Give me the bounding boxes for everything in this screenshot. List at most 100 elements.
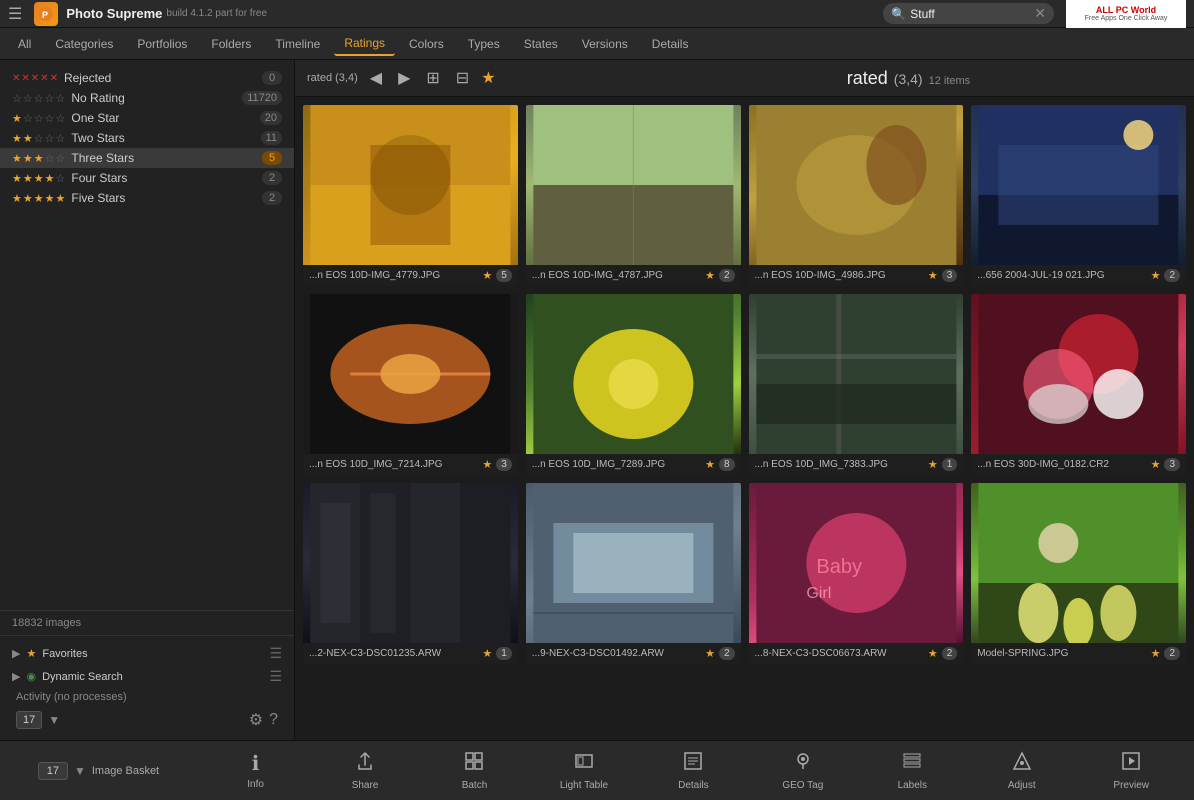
main-area: ✕ ✕ ✕ ✕ ✕ Rejected 0 ☆ ☆ ☆ ☆ ☆ No Rati xyxy=(0,60,1194,740)
hamburger-icon[interactable]: ☰ xyxy=(8,4,22,24)
photo-rating-8: 1 xyxy=(496,647,512,660)
rating-rejected[interactable]: ✕ ✕ ✕ ✕ ✕ Rejected 0 xyxy=(0,68,294,88)
info-btn[interactable]: ℹ Info xyxy=(231,751,281,790)
photo-rating-3: 2 xyxy=(1164,269,1180,282)
svg-text:P: P xyxy=(42,10,48,20)
dynamic-search-folder[interactable]: ▶ ◉ Dynamic Search ☰ xyxy=(8,665,286,688)
rated-count: (3,4) xyxy=(894,71,923,87)
photo-footer-4: ...n EOS 10D_IMG_7214.JPG ★ 3 xyxy=(303,454,518,475)
tab-categories[interactable]: Categories xyxy=(45,33,123,55)
app-logo: P xyxy=(34,2,58,26)
photo-cell-9[interactable]: ...9-NEX-C3-DSC01492.ARW ★ 2 xyxy=(526,483,741,664)
rating-two-stars[interactable]: ★ ★ ☆ ☆ ☆ Two Stars 11 xyxy=(0,128,294,148)
tab-states[interactable]: States xyxy=(514,33,568,55)
folder-menu-icon[interactable]: ☰ xyxy=(269,668,282,685)
photo-star-3: ★ xyxy=(1151,269,1161,282)
geo-tag-btn[interactable]: GEO Tag xyxy=(778,751,828,791)
sidebar-progress: 17 ▼ ⚙ ? xyxy=(8,706,286,734)
play-icon: ▶ xyxy=(12,647,20,660)
stack-btn[interactable]: ⊟ xyxy=(452,66,473,90)
activity-label: Activity (no processes) xyxy=(8,688,286,706)
rating-one-star[interactable]: ★ ☆ ☆ ☆ ☆ One Star 20 xyxy=(0,108,294,128)
settings-icon[interactable]: ⚙ xyxy=(249,710,263,730)
photo-cell-0[interactable]: ...n EOS 10D-IMG_4779.JPG ★ 5 xyxy=(303,105,518,286)
search-clear-icon[interactable]: ✕ xyxy=(1034,5,1046,22)
photo-rating-2: 3 xyxy=(942,269,958,282)
rated-header: rated (3,4) 12 items xyxy=(847,68,1182,89)
photo-cell-6[interactable]: ...n EOS 10D_IMG_7383.JPG ★ 1 xyxy=(749,294,964,475)
photo-cell-2[interactable]: ...n EOS 10D-IMG_4986.JPG ★ 3 xyxy=(749,105,964,286)
rating-three-stars[interactable]: ★ ★ ★ ☆ ☆ Three Stars 5 xyxy=(0,148,294,168)
back-btn[interactable]: ◀ xyxy=(366,66,386,90)
help-icon[interactable]: ? xyxy=(269,711,278,729)
batch-btn[interactable]: Batch xyxy=(449,751,499,791)
toolbar-star-btn[interactable]: ★ xyxy=(481,68,495,88)
progress-number[interactable]: 17 xyxy=(16,711,42,729)
photo-name-5: ...n EOS 10D_IMG_7289.JPG xyxy=(532,459,701,470)
forward-btn[interactable]: ▶ xyxy=(394,66,414,90)
adjust-icon xyxy=(1012,751,1032,777)
photo-star-4: ★ xyxy=(482,458,492,471)
photo-footer-5: ...n EOS 10D_IMG_7289.JPG ★ 8 xyxy=(526,454,741,475)
reject-icon: ✕ xyxy=(21,73,29,84)
photo-name-4: ...n EOS 10D_IMG_7214.JPG xyxy=(309,459,478,470)
photo-footer-1: ...n EOS 10D-IMG_4787.JPG ★ 2 xyxy=(526,265,741,286)
four-stars-count: 2 xyxy=(262,171,282,185)
progress-arrow[interactable]: ▼ xyxy=(48,713,60,727)
photo-star-8: ★ xyxy=(482,647,492,660)
light-table-btn[interactable]: Light Table xyxy=(559,751,609,791)
tab-all[interactable]: All xyxy=(8,33,41,55)
photo-cell-7[interactable]: ...n EOS 30D-IMG_0182.CR2 ★ 3 xyxy=(971,294,1186,475)
photo-star-9: ★ xyxy=(705,647,715,660)
photo-cell-3[interactable]: ...656 2004-JUL-19 021.JPG ★ 2 xyxy=(971,105,1186,286)
photo-rating-0: 5 xyxy=(496,269,512,282)
basket-arrow[interactable]: ▼ xyxy=(74,764,86,778)
preview-label: Preview xyxy=(1113,780,1149,791)
tab-portfolios[interactable]: Portfolios xyxy=(127,33,197,55)
two-stars-label: Two Stars xyxy=(71,131,260,145)
photo-cell-4[interactable]: ...n EOS 10D_IMG_7214.JPG ★ 3 xyxy=(303,294,518,475)
favorites-folder[interactable]: ▶ ★ Favorites ☰ xyxy=(8,642,286,665)
details-icon xyxy=(683,751,703,777)
tab-types[interactable]: Types xyxy=(458,33,510,55)
filter-btn[interactable]: ⊞ xyxy=(422,66,443,90)
rating-five-stars[interactable]: ★ ★ ★ ★ ★ Five Stars 2 xyxy=(0,188,294,208)
folder-menu-icon[interactable]: ☰ xyxy=(269,645,282,662)
labels-btn[interactable]: Labels xyxy=(887,751,937,791)
tab-timeline[interactable]: Timeline xyxy=(265,33,330,55)
photo-name-1: ...n EOS 10D-IMG_4787.JPG xyxy=(532,270,701,281)
toolbar-tag: rated (3,4) xyxy=(307,72,358,84)
details-btn[interactable]: Details xyxy=(668,751,718,791)
image-basket-num[interactable]: 17 xyxy=(38,762,68,780)
tab-colors[interactable]: Colors xyxy=(399,33,454,55)
tab-folders[interactable]: Folders xyxy=(201,33,261,55)
adjust-btn[interactable]: Adjust xyxy=(997,751,1047,791)
no-rating-label: No Rating xyxy=(71,91,242,105)
search-bar[interactable]: 🔍 ✕ xyxy=(883,3,1054,24)
photo-footer-7: ...n EOS 30D-IMG_0182.CR2 ★ 3 xyxy=(971,454,1186,475)
photo-cell-5[interactable]: ...n EOS 10D_IMG_7289.JPG ★ 8 xyxy=(526,294,741,475)
photo-cell-11[interactable]: Model-SPRING.JPG ★ 2 xyxy=(971,483,1186,664)
rating-four-stars[interactable]: ★ ★ ★ ★ ☆ Four Stars 2 xyxy=(0,168,294,188)
photo-star-1: ★ xyxy=(705,269,715,282)
photo-rating-6: 1 xyxy=(942,458,958,471)
three-stars-label: Three Stars xyxy=(71,151,262,165)
no-rating-count: 11720 xyxy=(242,91,282,105)
photo-footer-3: ...656 2004-JUL-19 021.JPG ★ 2 xyxy=(971,265,1186,286)
photo-cell-1[interactable]: ...n EOS 10D-IMG_4787.JPG ★ 2 xyxy=(526,105,741,286)
photo-name-10: ...8-NEX-C3-DSC06673.ARW xyxy=(755,648,924,659)
tab-versions[interactable]: Versions xyxy=(572,33,638,55)
tab-details[interactable]: Details xyxy=(642,33,699,55)
star-icon: ★ xyxy=(26,647,36,660)
photo-cell-8[interactable]: ...2-NEX-C3-DSC01235.ARW ★ 1 xyxy=(303,483,518,664)
preview-btn[interactable]: Preview xyxy=(1106,751,1156,791)
five-stars-count: 2 xyxy=(262,191,282,205)
photo-name-7: ...n EOS 30D-IMG_0182.CR2 xyxy=(977,459,1146,470)
photo-star-6: ★ xyxy=(928,458,938,471)
search-input[interactable] xyxy=(910,7,1030,21)
photo-grid: ...n EOS 10D-IMG_4779.JPG ★ 5 ...n EOS 1… xyxy=(295,97,1194,740)
share-btn[interactable]: Share xyxy=(340,751,390,791)
rating-no-rating[interactable]: ☆ ☆ ☆ ☆ ☆ No Rating 11720 xyxy=(0,88,294,108)
tab-ratings[interactable]: Ratings xyxy=(334,32,395,56)
photo-cell-10[interactable]: Baby Girl ...8-NEX-C3-DSC06673.ARW ★ 2 xyxy=(749,483,964,664)
